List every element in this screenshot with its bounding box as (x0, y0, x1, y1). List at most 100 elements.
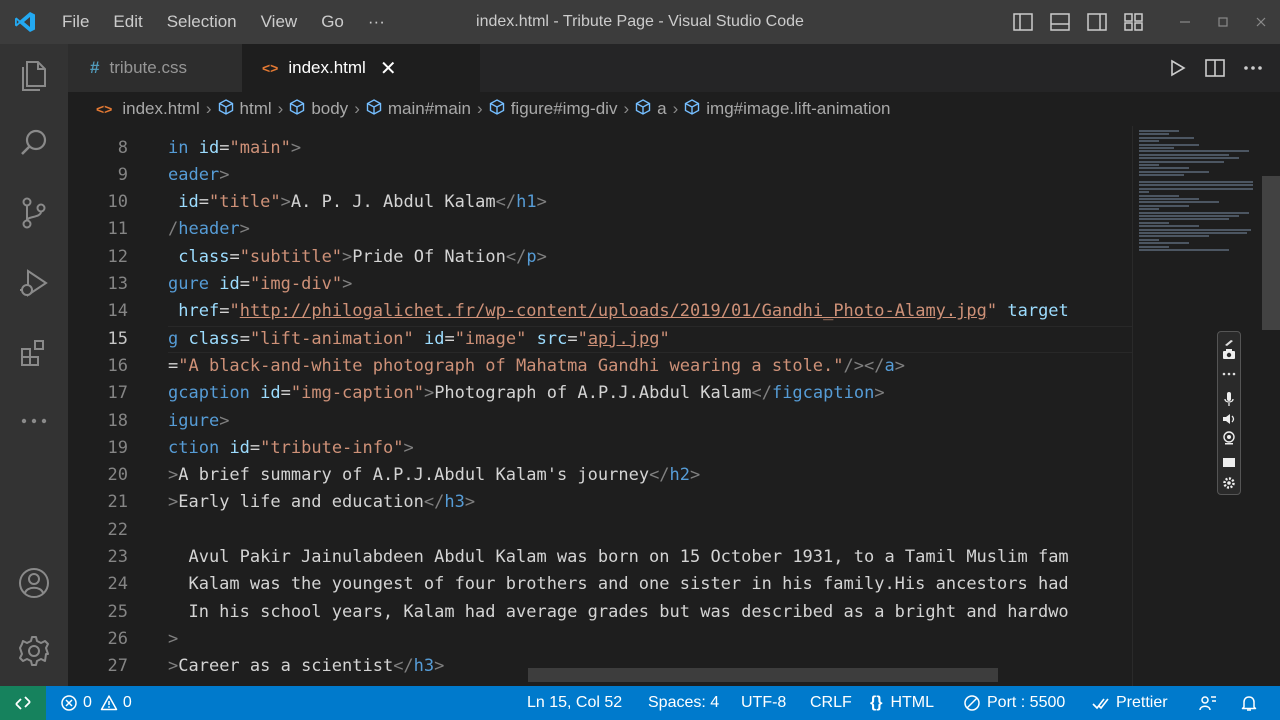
breadcrumb-html[interactable]: html (240, 99, 272, 119)
breadcrumb-file[interactable]: index.html (122, 99, 199, 119)
tab-index-html[interactable]: <> index.html ✕ (242, 44, 480, 92)
code-token: A. P. J. Abdul Kalam (290, 192, 496, 213)
recorder-toolbar (1217, 331, 1241, 495)
live-server-port[interactable]: Port : 5500 (963, 686, 1065, 720)
end-of-line[interactable]: CRLF (810, 686, 852, 720)
run-icon[interactable] (1158, 44, 1196, 92)
close-window-icon[interactable] (1242, 0, 1280, 44)
code-line[interactable]: >A brief summary of A.P.J.Abdul Kalam's … (168, 462, 700, 489)
breadcrumb-body[interactable]: body (311, 99, 348, 119)
code-area[interactable]: in id="main"> eader> id="title">A. P. J. … (168, 126, 1132, 686)
screen-icon[interactable] (1218, 454, 1240, 472)
minimap-line (1139, 191, 1149, 194)
tab-tribute-css[interactable]: # tribute.css (68, 44, 242, 92)
code-token: "main" (229, 137, 291, 158)
remote-indicator-icon[interactable] (0, 686, 46, 720)
minimap-line (1139, 170, 1209, 173)
toggle-secondary-sidebar-icon[interactable] (1078, 0, 1115, 44)
minimap-line (1139, 133, 1169, 136)
menu-view[interactable]: View (249, 0, 310, 44)
title-bar: File Edit Selection View Go ··· index.ht… (0, 0, 1280, 44)
code-line[interactable]: g class="lift-animation" id="image" src=… (168, 326, 670, 353)
code-line[interactable]: Avul Pakir Jainulabdeen Abdul Kalam was … (168, 544, 1068, 571)
webcam-icon[interactable] (1218, 429, 1240, 447)
menu-edit[interactable]: Edit (101, 0, 154, 44)
code-line[interactable]: /header> (168, 216, 250, 243)
breadcrumb-main[interactable]: main#main (388, 99, 471, 119)
notifications-bell-icon[interactable] (1240, 686, 1258, 720)
minimize-icon[interactable] (1166, 0, 1204, 44)
code-token: "tribute-info" (260, 437, 404, 458)
code-token: > (423, 383, 435, 404)
code-token: / (168, 219, 179, 240)
manage-gear-icon[interactable] (0, 624, 68, 678)
code-line[interactable]: > (168, 626, 178, 653)
symbol-element-icon (218, 98, 234, 120)
search-icon[interactable] (0, 116, 68, 170)
menu-more[interactable]: ··· (356, 0, 397, 44)
line-number: 27 (107, 656, 128, 677)
menu-selection[interactable]: Selection (155, 0, 249, 44)
code-line[interactable]: >Early life and education</h3> (168, 489, 475, 516)
code-token: gure (168, 274, 209, 294)
problems-indicator[interactable]: 0 0 (60, 686, 132, 720)
horizontal-scrollbar[interactable] (528, 668, 998, 682)
feedback-icon[interactable] (1198, 686, 1218, 720)
code-token: > (894, 355, 905, 376)
code-line[interactable]: ="A black-and-white photograph of Mahatm… (168, 353, 905, 380)
code-token: " (659, 328, 670, 349)
code-token: Pride Of Nation (352, 246, 506, 267)
code-line[interactable]: In his school years, Kalam had average g… (168, 599, 1068, 626)
code-token: apj.jpg (587, 328, 660, 349)
language-mode[interactable]: {} HTML (870, 686, 934, 720)
accounts-icon[interactable] (0, 556, 68, 610)
code-line[interactable]: ction id="tribute-info"> (168, 435, 414, 462)
code-line[interactable]: gure id="img-div"> (168, 271, 352, 298)
more-views-icon[interactable] (0, 394, 68, 448)
menu-go[interactable]: Go (309, 0, 356, 44)
source-control-icon[interactable] (0, 186, 68, 240)
settings-gear-icon[interactable] (1218, 474, 1240, 492)
microphone-icon[interactable] (1218, 390, 1240, 408)
extensions-icon[interactable] (0, 326, 68, 380)
code-line[interactable]: class="subtitle">Pride Of Nation</p> (168, 244, 547, 271)
code-line[interactable]: eader> (168, 162, 229, 189)
chevron-right-icon: › (277, 99, 284, 118)
cursor-position[interactable]: Ln 15, Col 52 (527, 686, 622, 720)
code-line[interactable]: href="http://philogalichet.fr/wp-content… (168, 298, 1069, 325)
explorer-icon[interactable] (0, 48, 68, 102)
code-token: </ (393, 656, 414, 677)
more-options-icon[interactable] (1218, 365, 1240, 383)
run-debug-icon[interactable] (0, 256, 68, 310)
breadcrumb-a[interactable]: a (657, 99, 666, 119)
code-token: = (249, 437, 261, 458)
maximize-icon[interactable] (1204, 0, 1242, 44)
camera-icon[interactable] (1218, 345, 1240, 363)
code-line[interactable]: in id="main"> (168, 135, 301, 162)
toggle-primary-sidebar-icon[interactable] (1004, 0, 1041, 44)
breadcrumb-figure[interactable]: figure#img-div (511, 99, 618, 119)
code-line[interactable]: Kalam was the youngest of four brothers … (168, 571, 1068, 598)
breadcrumb-img[interactable]: img#image.lift-animation (706, 99, 890, 119)
code-editor[interactable]: 8 9 10 11 12 13 14 15 16 17 18 19 20 21 22 23 24 25 26 27 i… (68, 126, 1132, 686)
line-number: 19 (107, 437, 128, 458)
code-line[interactable]: igure> (168, 408, 229, 435)
more-actions-icon[interactable] (1234, 44, 1272, 92)
toggle-panel-icon[interactable] (1041, 0, 1078, 44)
split-editor-icon[interactable] (1196, 44, 1234, 92)
menu-file[interactable]: File (50, 0, 101, 44)
indentation[interactable]: Spaces: 4 (648, 686, 719, 720)
code-line[interactable]: id="title">A. P. J. Abdul Kalam</h1> (168, 189, 547, 216)
code-token: </ (423, 492, 445, 513)
code-line[interactable]: gcaption id="img-caption">Photograph of … (168, 380, 885, 407)
code-token: = (219, 301, 230, 322)
code-token: "img-div" (249, 274, 343, 294)
speaker-icon[interactable] (1218, 410, 1240, 428)
vertical-scrollbar[interactable] (1262, 176, 1280, 330)
prettier-formatter[interactable]: Prettier (1092, 686, 1168, 720)
close-tab-icon[interactable]: ✕ (380, 56, 397, 81)
code-line[interactable]: >Career as a scientist</h3> (168, 653, 444, 680)
customize-layout-icon[interactable] (1115, 0, 1152, 44)
encoding[interactable]: UTF-8 (741, 686, 786, 720)
